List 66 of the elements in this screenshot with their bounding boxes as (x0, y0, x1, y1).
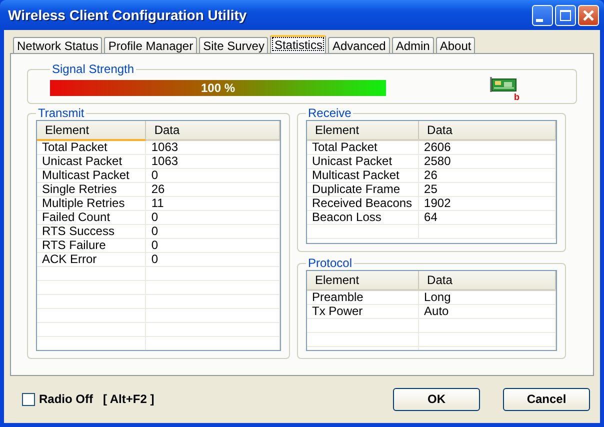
table-cell: Auto (419, 305, 556, 318)
column-header[interactable]: Element (37, 121, 146, 141)
table-cell: 26 (146, 183, 280, 196)
column-header[interactable]: Element (307, 271, 420, 289)
table-cell: Total Packet (307, 141, 420, 154)
column-header[interactable]: Data (146, 121, 280, 141)
table-cell: Unicast Packet (307, 155, 420, 168)
table-cell: 1063 (146, 155, 280, 168)
table-cell: Duplicate Frame (307, 183, 420, 196)
column-header[interactable]: Data (419, 271, 556, 289)
minimize-button[interactable] (532, 4, 553, 26)
tab[interactable]: Advanced (328, 37, 390, 53)
table-cell: Beacon Loss (307, 211, 420, 224)
table-cell: Failed Count (37, 211, 146, 224)
tab[interactable]: Admin (392, 37, 434, 53)
table-cell: 0 (146, 225, 280, 238)
table-cell: 0 (146, 169, 280, 182)
table-cell: Multicast Packet (37, 169, 146, 182)
table-cell: 1902 (419, 197, 556, 210)
radio-off-checkbox[interactable] (22, 392, 35, 406)
network-card-icon (490, 76, 518, 94)
tab[interactable]: About (436, 37, 476, 53)
signal-reading: 100 % (200, 80, 236, 96)
table-cell: Multiple Retries (37, 197, 146, 210)
table-cell: RTS Success (37, 225, 146, 238)
window-title: Wireless Client Configuration Utility (8, 7, 247, 23)
group-title: Transmit (37, 106, 86, 120)
maximize-icon (560, 10, 571, 20)
table-cell: Preamble (307, 291, 420, 304)
table-cell: RTS Failure (37, 239, 146, 252)
table-cell: ACK Error (37, 253, 146, 266)
table-cell: 25 (419, 183, 556, 196)
table-cell: Received Beacons (307, 197, 420, 210)
table-cell: 2606 (419, 141, 556, 154)
table-cell: Total Packet (37, 141, 146, 154)
table-cell: 2580 (419, 155, 556, 168)
close-icon (583, 10, 594, 20)
ok-button[interactable]: OK (393, 388, 480, 410)
tab[interactable]: Site Survey (199, 37, 268, 53)
close-button[interactable] (578, 4, 599, 26)
shortcut-label: [ Alt+F2 ] (103, 392, 154, 406)
tab[interactable]: Profile Manager (104, 37, 198, 53)
table-cell: 26 (419, 169, 556, 182)
group-title: Protocol (307, 256, 354, 270)
tab[interactable]: Network Status (13, 37, 102, 53)
table-cell: 11 (146, 197, 280, 210)
table-cell: Long (419, 291, 556, 304)
table-cell: Multicast Packet (307, 169, 420, 182)
table-cell: 0 (146, 253, 280, 266)
card-label: b (514, 92, 520, 102)
table-cell: Tx Power (307, 305, 420, 318)
checkbox-label: Radio Off (39, 392, 93, 406)
group-title: Receive (307, 106, 352, 120)
table-cell: Single Retries (37, 183, 146, 196)
table-cell: 1063 (146, 141, 280, 154)
column-header[interactable]: Element (307, 121, 420, 139)
column-header[interactable]: Data (419, 121, 556, 139)
table-cell: 64 (419, 211, 556, 224)
group-title: Signal Strength (51, 62, 136, 76)
tab[interactable]: Statistics (270, 35, 326, 53)
table-cell: 0 (146, 239, 280, 252)
minimize-icon (536, 18, 543, 22)
maximize-button[interactable] (555, 4, 576, 26)
cancel-button[interactable]: Cancel (503, 388, 590, 410)
table-cell: 0 (146, 211, 280, 224)
table-cell: Unicast Packet (37, 155, 146, 168)
